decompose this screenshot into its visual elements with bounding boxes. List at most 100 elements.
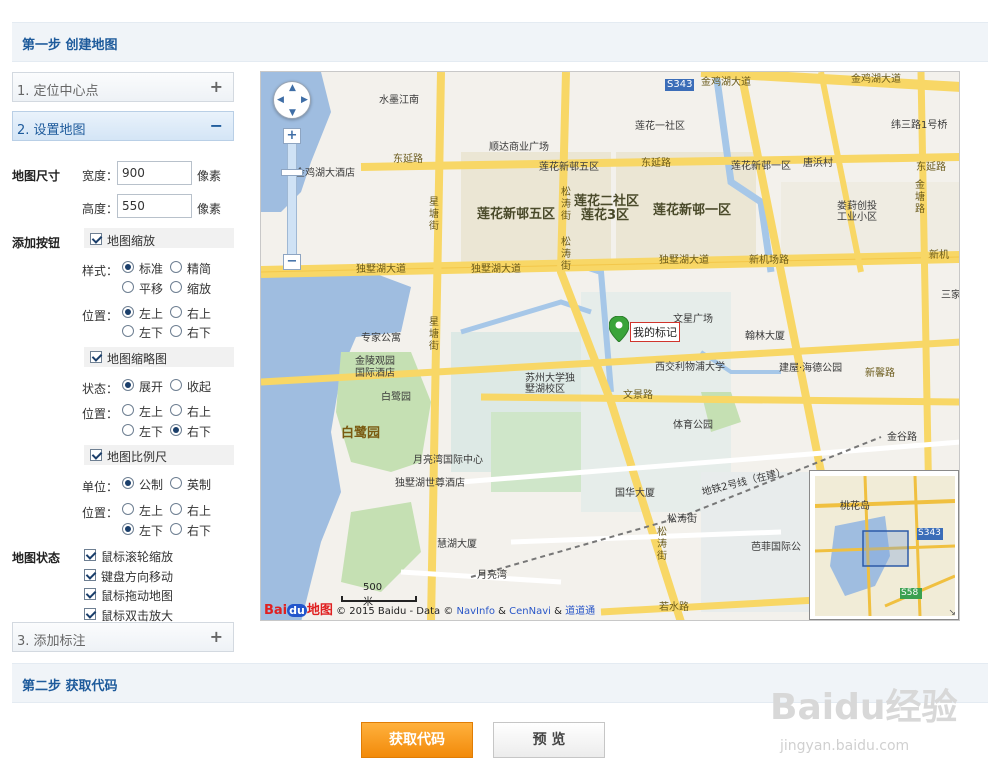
zoom-slider-handle[interactable]: [281, 169, 303, 176]
overview-checkbox[interactable]: [90, 351, 102, 363]
zoom-pos-topleft-radio[interactable]: [122, 306, 134, 318]
zoom-slider-track[interactable]: [287, 137, 297, 263]
map-label: 莲花3区: [581, 208, 630, 223]
overview-pos-topright-label: 右上: [187, 405, 212, 419]
style-zoom-radio[interactable]: [170, 281, 182, 293]
scale-pos-bottomleft-label: 左下: [139, 524, 164, 538]
scale-pos-topleft-label: 左上: [139, 504, 164, 518]
cennavi-link[interactable]: CenNavi: [509, 606, 551, 617]
map-label: 独墅湖大道: [356, 264, 406, 275]
panel-add-marker-label: 3. 添加标注: [17, 634, 86, 649]
map-label: 翰林大厦: [745, 331, 785, 342]
dblclick-zoom-checkbox[interactable]: [84, 608, 96, 620]
map-label: 白鹭园: [341, 426, 381, 441]
zoom-checkbox[interactable]: [90, 233, 102, 245]
scroll-zoom-checkbox[interactable]: [84, 549, 96, 561]
style-zoom-label: 缩放: [187, 282, 212, 296]
overview-pos-topright-radio[interactable]: [170, 404, 182, 416]
overview-collapse-label: 收起: [187, 380, 212, 394]
overview-pos-bottomright-radio[interactable]: [170, 424, 182, 436]
overview-pos-label: 位置：: [82, 407, 119, 421]
scale-pos-bottomleft-radio[interactable]: [122, 523, 134, 535]
scale-metric-radio[interactable]: [122, 477, 134, 489]
zoom-pos-bottomleft-radio[interactable]: [122, 325, 134, 337]
marker-label[interactable]: 我的标记: [630, 322, 680, 342]
map-label: 纬三路1号桥: [891, 120, 948, 131]
daodaotong-link[interactable]: 道道通: [565, 606, 595, 617]
preview-button[interactable]: 预 览: [493, 722, 605, 758]
map-overview[interactable]: 桃花岛 S343 S58 ↘: [809, 470, 959, 620]
get-code-button[interactable]: 获取代码: [361, 722, 473, 758]
scale-imperial-radio[interactable]: [170, 477, 182, 489]
map-label: 专家公寓: [361, 333, 401, 344]
map-pan-control[interactable]: ▲ ▼ ◀ ▶: [273, 81, 311, 119]
map-label: 新机场路: [749, 255, 789, 266]
scale-pos-topleft-radio[interactable]: [122, 503, 134, 515]
zoom-pos-topleft-label: 左上: [139, 307, 164, 321]
overview-expand-radio[interactable]: [122, 379, 134, 391]
map-label: 东延路: [393, 154, 423, 165]
logo-du: du: [287, 604, 307, 617]
watermark-logo: Baidu经验: [770, 687, 958, 728]
map-label: 月亮湾: [477, 570, 507, 581]
map-label: 莲花一社区: [635, 121, 685, 132]
map-label: 水墨江南: [379, 95, 419, 106]
map-label: 莲花二社区: [574, 194, 640, 209]
map-label: 唐浜村: [803, 158, 833, 169]
pan-right-icon[interactable]: ▶: [301, 96, 308, 105]
map-label: 国际酒店: [355, 368, 395, 379]
zoom-style-label: 样式：: [82, 264, 119, 278]
width-unit: 像素: [197, 169, 222, 183]
copyright-text: © 2015 Baidu - Data ©: [336, 606, 454, 617]
map-label: 墅湖校区: [525, 384, 565, 395]
zoom-in-button[interactable]: +: [283, 128, 301, 144]
map-label: 金鸡湖大道: [851, 74, 901, 85]
style-standard-radio[interactable]: [122, 261, 134, 273]
zoom-pos-label: 位置：: [82, 309, 119, 323]
pan-down-icon[interactable]: ▼: [289, 109, 296, 118]
map-label: 松涛街: [561, 237, 571, 272]
style-pan-radio[interactable]: [122, 281, 134, 293]
panel-map-settings[interactable]: 2. 设置地图 −: [12, 111, 234, 141]
zoom-pos-bottomright-radio[interactable]: [170, 325, 182, 337]
map-label: 工业小区: [837, 212, 877, 223]
map-label: 金陵观园: [355, 356, 395, 367]
pan-left-icon[interactable]: ◀: [277, 96, 284, 105]
map-label: 慧湖大厦: [437, 539, 477, 550]
map-preview[interactable]: 金鸡湖大道 金鸡湖大道 水墨江南 顺达商业广场 莲花一社区 纬三路1号桥 东延路…: [260, 71, 960, 621]
scale-checkbox[interactable]: [90, 449, 102, 461]
height-input[interactable]: [117, 194, 192, 218]
width-input[interactable]: [117, 161, 192, 185]
map-label: 建屋·海德公园: [779, 363, 843, 374]
overview-collapse-icon[interactable]: ↘: [948, 608, 956, 618]
keyboard-move-checkbox[interactable]: [84, 569, 96, 581]
style-simple-radio[interactable]: [170, 261, 182, 273]
baidu-map-logo: Bai du 地图: [264, 603, 333, 618]
map-label: 莲花新邨五区: [539, 162, 599, 173]
zoom-out-button[interactable]: −: [283, 254, 301, 270]
panel-locate-center-label: 1. 定位中心点: [17, 84, 99, 99]
drag-map-checkbox[interactable]: [84, 588, 96, 600]
panel-locate-center[interactable]: 1. 定位中心点 +: [12, 72, 234, 102]
logo-text: Bai: [264, 603, 288, 618]
overview-pos-topleft-radio[interactable]: [122, 404, 134, 416]
scroll-zoom-label: 鼠标滚轮缩放: [101, 550, 174, 564]
map-copyright: Bai du 地图 © 2015 Baidu - Data © NavInfo & …: [264, 599, 595, 618]
map-label: 金塘路: [915, 180, 925, 215]
zoom-pos-topright-radio[interactable]: [170, 306, 182, 318]
logo-suffix: 地图: [306, 603, 333, 618]
map-label: 若水路: [659, 602, 689, 613]
panel-add-marker[interactable]: 3. 添加标注 +: [12, 622, 234, 652]
zoom-pos-bottomright-label: 右下: [187, 326, 212, 340]
style-simple-label: 精简: [187, 262, 212, 276]
navinfo-link[interactable]: NavInfo: [457, 606, 495, 617]
map-label: 体育公园: [673, 420, 713, 431]
scale-pos-bottomright-radio[interactable]: [170, 523, 182, 535]
pan-up-icon[interactable]: ▲: [289, 84, 296, 93]
style-pan-label: 平移: [139, 282, 164, 296]
scale-pos-topright-radio[interactable]: [170, 503, 182, 515]
overview-pos-bottomleft-radio[interactable]: [122, 424, 134, 436]
map-label: 金谷路: [887, 432, 917, 443]
overview-collapse-radio[interactable]: [170, 379, 182, 391]
map-marker-icon[interactable]: [609, 316, 629, 342]
